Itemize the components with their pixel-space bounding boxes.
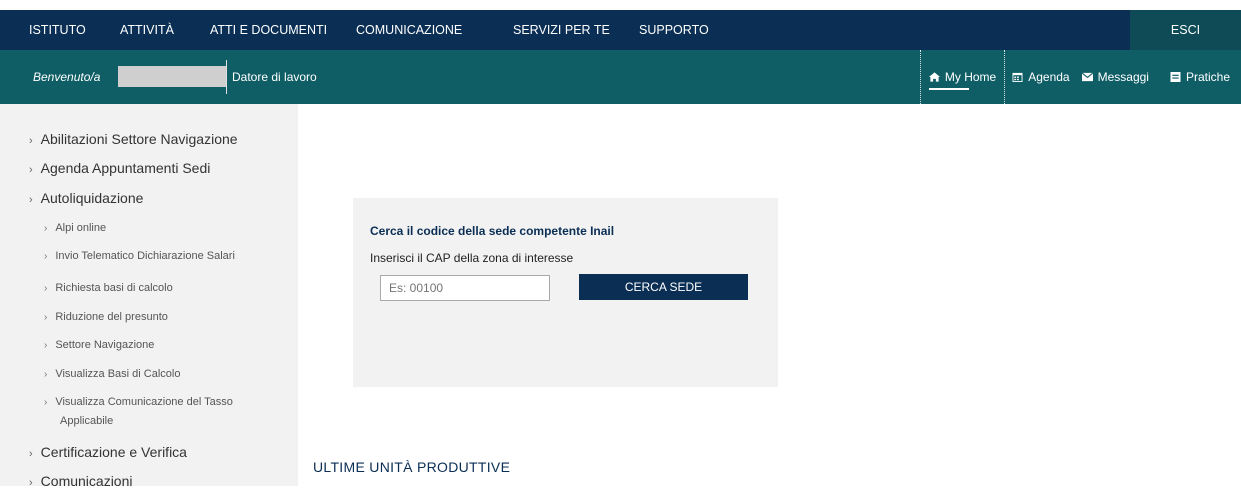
sidebar-subitem-label: Visualizza Comunicazione del Tasso [55,396,233,408]
sidebar-item-label: Abilitazioni Settore Navigazione [40,131,238,147]
sidebar-subitem-label: Alpi online [55,222,107,234]
user-name-redacted [118,66,226,87]
sidebar-item-label: Agenda Appuntamenti Sedi [40,160,211,176]
divider [226,60,227,94]
user-role: Datore di lavoro [232,70,317,84]
sidebar-subitem-alpi-online[interactable]: › Alpi online [44,222,106,234]
chevron-right-icon: › [29,164,33,176]
nav-supporto[interactable]: SUPPORTO [639,10,709,50]
cap-label: Inserisci il CAP della zona di interesse [370,251,574,265]
sidebar-item-agenda-appuntamenti[interactable]: › Agenda Appuntamenti Sedi [29,160,210,176]
sidebar-subitem-label: Richiesta basi di calcolo [55,282,173,294]
nav-comunicazione[interactable]: COMUNICAZIONE [356,10,462,50]
sidebar-item-label: Comunicazioni [40,473,133,489]
sidebar-subitem-settore-navigazione[interactable]: › Settore Navigazione [44,339,154,351]
sidebar-subitem-richiesta-basi[interactable]: › Richiesta basi di calcolo [44,282,173,294]
chevron-right-icon: › [29,477,33,489]
sidebar-item-label: Autoliquidazione [40,190,144,206]
agenda-label: Agenda [1028,70,1070,84]
sidebar-subitem-label: Visualizza Basi di Calcolo [55,368,181,380]
sidebar-item-certificazione[interactable]: › Certificazione e Verifica [29,444,187,460]
sede-search-panel: Cerca il codice della sede competente In… [353,198,778,387]
chevron-right-icon: › [44,251,48,262]
nav-atti-e-documenti[interactable]: ATTI E DOCUMENTI [210,10,327,50]
calendar-icon [1012,72,1023,82]
user-bar: Benvenuto/a Datore di lavoro My Home Age… [0,50,1241,104]
sidebar: › Abilitazioni Settore Navigazione › Agend… [0,104,298,489]
cap-input[interactable] [380,275,550,301]
sidebar-item-abilitazioni[interactable]: › Abilitazioni Settore Navigazione [29,131,238,147]
logout-button[interactable]: ESCI [1130,10,1241,50]
sidebar-subitem-label: Settore Navigazione [55,339,155,351]
sidebar-item-autoliquidazione[interactable]: › Autoliquidazione [29,190,143,206]
chevron-right-icon: › [44,369,48,380]
sidebar-item-label: Certificazione e Verifica [40,444,187,460]
sidebar-subitem-riduzione-presunto[interactable]: › Riduzione del presunto [44,311,168,323]
search-panel-title: Cerca il codice della sede competente In… [370,224,615,238]
sidebar-subitem-label-continued[interactable]: Applicabile [60,415,113,427]
chevron-right-icon: › [44,283,48,294]
nav-servizi-per-te[interactable]: SERVIZI PER TE [513,10,610,50]
chevron-right-icon: › [44,340,48,351]
chevron-right-icon: › [29,194,33,206]
chevron-right-icon: › [44,312,48,323]
welcome-text: Benvenuto/a [33,70,101,84]
nav-istituto[interactable]: ISTITUTO [29,10,86,50]
agenda-link[interactable]: Agenda [1005,50,1081,104]
chevron-right-icon: › [44,223,48,234]
chevron-right-icon: › [29,448,33,460]
chevron-right-icon: › [44,397,48,408]
my-home-link[interactable]: My Home [919,50,1006,104]
home-icon [928,72,940,82]
sidebar-subitem-label: Riduzione del presunto [55,311,168,323]
pratiche-link[interactable]: Pratiche [1170,50,1241,104]
sidebar-subitem-label: Invio Telematico Dichiarazione Salari [55,250,235,262]
my-home-label: My Home [944,70,997,84]
sidebar-subitem-visualizza-basi[interactable]: › Visualizza Basi di Calcolo [44,368,180,380]
section-title: ULTIME UNITÀ PRODUTTIVE [313,459,511,475]
sidebar-item-comunicazioni[interactable]: › Comunicazioni [29,473,133,489]
messaggi-link[interactable]: Messaggi [1081,50,1170,104]
top-navigation: ISTITUTO ATTIVITÀ ATTI E DOCUMENTI COMUN… [0,10,1241,50]
folder-icon [1170,72,1181,82]
nav-attivita[interactable]: ATTIVITÀ [120,10,174,50]
messaggi-label: Messaggi [1097,70,1149,84]
user-links: My Home Agenda Messaggi Pratiche [919,50,1241,104]
chevron-right-icon: › [29,135,33,147]
pratiche-label: Pratiche [1185,70,1230,84]
sidebar-subitem-visualizza-comunicazione[interactable]: › Visualizza Comunicazione del Tasso [44,396,233,408]
cerca-sede-button[interactable]: CERCA SEDE [579,274,748,300]
sidebar-subitem-invio-telematico[interactable]: › Invio Telematico Dichiarazione Salari [44,250,235,262]
envelope-icon [1081,72,1093,82]
